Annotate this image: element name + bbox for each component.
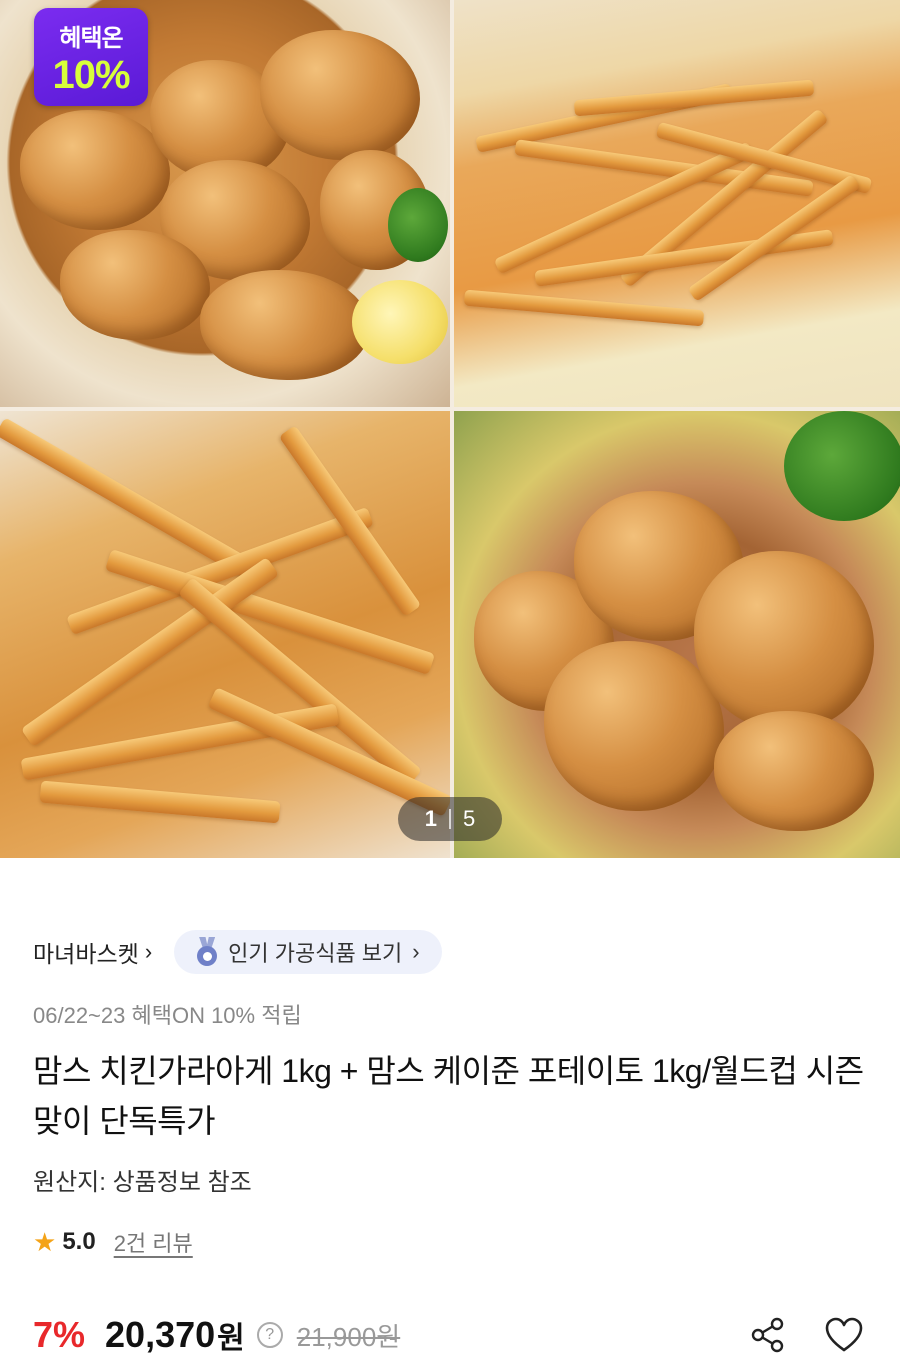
pager-current: 1 — [424, 806, 437, 831]
rating-value: 5.0 — [62, 1228, 96, 1255]
sale-price: 20,370 — [105, 1314, 216, 1355]
price-help-icon[interactable]: ? — [256, 1322, 283, 1348]
product-title: 맘스 치킨가라아게 1kg + 맘스 케이준 포테이토 1kg/월드컵 시즌맞이… — [33, 1053, 864, 1139]
benefit-badge-percent: 10% — [52, 53, 130, 97]
benefit-on-badge: 혜택온 10% — [34, 8, 148, 106]
original-price: 21,900원 — [296, 1321, 401, 1352]
pager-divider — [449, 809, 451, 829]
chevron-right-icon: › — [412, 939, 420, 964]
popular-chip-label: 인기 가공식품 보기 — [228, 941, 403, 966]
popular-processed-food-button[interactable]: 인기 가공식품 보기 › — [174, 930, 442, 974]
star-icon: ★ — [33, 1226, 57, 1257]
product-actions — [748, 1315, 864, 1355]
pager-total: 5 — [463, 806, 476, 831]
image-pager: 1 5 — [398, 797, 502, 841]
benefit-badge-label: 혜택온 — [59, 25, 123, 52]
price-unit: 원 — [217, 1322, 245, 1355]
shop-name-link[interactable]: 마녀바스켓 — [33, 935, 139, 969]
rating-row: ★ 5.0 2건 리뷰 — [33, 1224, 193, 1260]
shop-row: 마녀바스켓 › 인기 가공식품 보기 › — [33, 930, 442, 974]
chevron-right-icon: › — [144, 939, 153, 964]
medal-icon — [192, 937, 222, 967]
origin-text: 원산지: 상품정보 참조 — [33, 1169, 252, 1196]
gallery-image-chicken-plate — [454, 411, 900, 858]
price-row: 7% 20,370 원 ? 21,900원 — [33, 1310, 864, 1360]
share-icon[interactable] — [748, 1315, 788, 1355]
benefit-info-text: 06/22~23 혜택ON 10% 적립 — [33, 1003, 302, 1028]
gallery-image-fries-plate — [454, 0, 900, 407]
heart-icon[interactable] — [824, 1315, 864, 1355]
gallery-image-fries — [0, 411, 450, 858]
product-image-gallery[interactable]: 혜택온 10% 1 5 — [0, 0, 900, 858]
discount-rate: 7% — [33, 1314, 86, 1355]
review-count-link[interactable]: 2건 리뷰 — [114, 1226, 193, 1258]
